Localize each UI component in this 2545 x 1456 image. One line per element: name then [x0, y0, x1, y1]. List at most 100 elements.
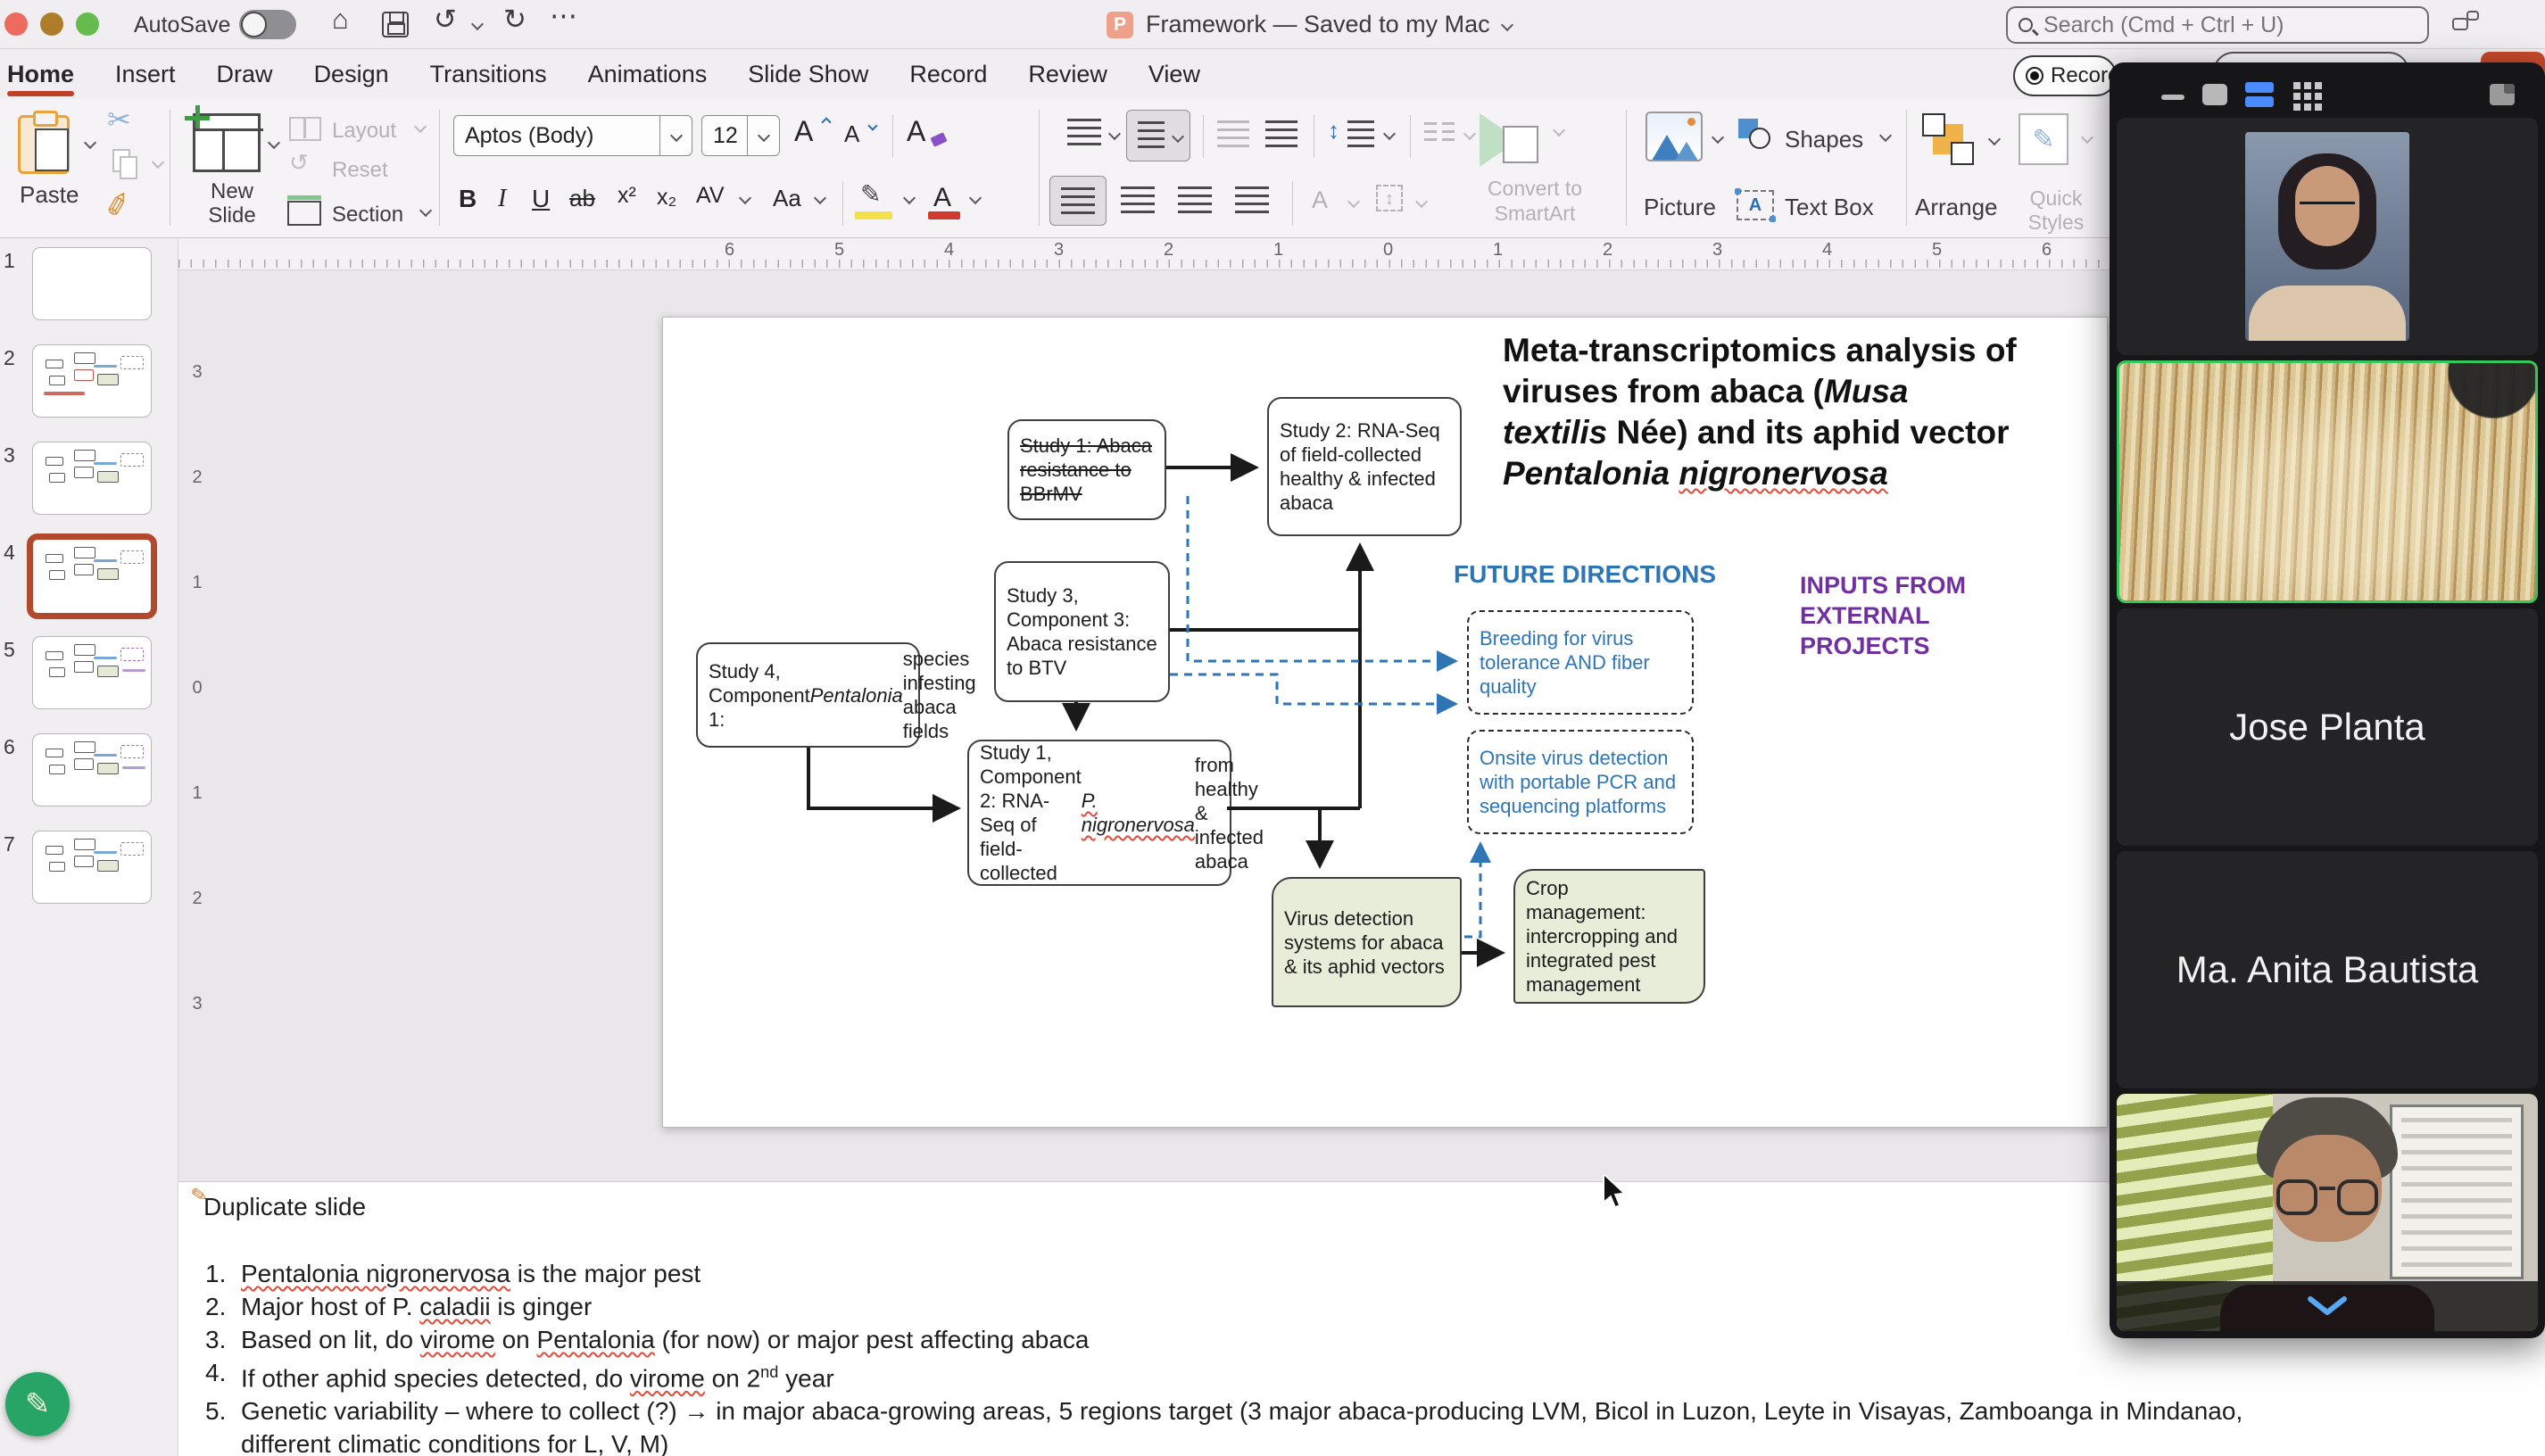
slide-thumbnail[interactable] [32, 733, 152, 807]
minimize-icon[interactable] [2161, 95, 2184, 100]
bullets-icon[interactable] [1067, 119, 1101, 147]
slide-thumbnail-item[interactable]: 7 [0, 829, 178, 926]
shrink-font-button[interactable]: A [844, 120, 859, 148]
ribbon-tab[interactable]: View [1148, 50, 1200, 99]
gallery-view-icon[interactable] [2245, 82, 2274, 107]
change-case-button[interactable]: Aa [773, 185, 801, 212]
section-label[interactable]: Section [332, 203, 403, 228]
shapes-label[interactable]: Shapes [1785, 126, 1863, 153]
line-spacing-arrows-icon[interactable]: ↕ [1328, 117, 1339, 145]
font-size-combo[interactable]: 12 [701, 115, 780, 156]
section-chevron-icon[interactable] [419, 204, 432, 217]
shapes-icon[interactable] [1738, 119, 1778, 154]
document-title-area[interactable]: P Framework — Saved to my Mac [1107, 0, 1512, 49]
popout-icon[interactable] [2490, 84, 2515, 105]
zoom-window-button[interactable] [76, 12, 99, 36]
slide-thumbnail-item[interactable]: 4 [0, 537, 178, 634]
notes-list-item[interactable]: 5. Genetic variability – where to collec… [205, 1394, 2347, 1456]
search-field[interactable] [2006, 6, 2429, 44]
collapse-strip[interactable] [2117, 1281, 2538, 1331]
grid-view-icon[interactable] [2293, 82, 2300, 89]
slide-editing-surface[interactable]: Meta-transcriptomics analysis ofviruses … [662, 317, 2108, 1128]
italic-button[interactable]: I [498, 185, 506, 213]
arrange-chevron-icon[interactable] [1988, 133, 2001, 145]
format-painter-icon[interactable]: ✐ [101, 186, 135, 227]
slide-thumbnail-item[interactable]: 2 [0, 343, 178, 440]
notes-list-item[interactable]: 1. Pentalonia nigronervosa is the major … [205, 1257, 2347, 1290]
arrange-label[interactable]: Arrange [1915, 194, 1998, 221]
redo-icon[interactable]: ↻ [503, 4, 526, 36]
change-case-chevron-icon[interactable] [814, 192, 826, 204]
numbered-list-button[interactable] [1126, 110, 1190, 161]
character-spacing-chevron-icon[interactable] [739, 192, 751, 204]
paste-chevron-icon[interactable] [84, 136, 96, 149]
slide-thumbnail[interactable] [32, 344, 152, 418]
arrange-icon[interactable] [1922, 113, 1979, 167]
strikethrough-button[interactable]: ab [569, 185, 595, 212]
font-name-combo[interactable]: Aptos (Body) [453, 115, 692, 156]
notes-list-item[interactable]: 2. Major host of P. caladii is ginger [205, 1290, 2347, 1323]
font-color-button[interactable]: A [933, 183, 951, 213]
slide-thumbnail-item[interactable]: 1 [0, 245, 178, 343]
ribbon-tab[interactable]: Slide Show [748, 50, 868, 99]
slide-thumbnail-item[interactable]: 3 [0, 440, 178, 537]
slide-thumbnail-item[interactable]: 5 [0, 634, 178, 732]
ribbon-tab[interactable]: Insert [115, 50, 176, 99]
text-box-icon[interactable]: A [1737, 190, 1774, 220]
shapes-chevron-icon[interactable] [1879, 129, 1892, 142]
grow-font-button[interactable]: A [794, 115, 813, 148]
save-icon[interactable] [382, 12, 409, 37]
text-box-label[interactable]: Text Box [1785, 194, 1874, 221]
superscript-button[interactable]: x² [618, 183, 636, 209]
notes-heading[interactable]: Duplicate slide [203, 1193, 366, 1221]
search-input[interactable] [2042, 12, 2417, 39]
ribbon-tab[interactable]: Animations [588, 50, 708, 99]
ribbon-tab[interactable]: Design [314, 50, 389, 99]
new-slide-icon[interactable] [193, 113, 261, 172]
ribbon-tab[interactable]: Draw [217, 50, 273, 99]
autosave-toggle[interactable] [239, 10, 296, 39]
new-slide-chevron-icon[interactable] [268, 136, 280, 149]
slide-thumbnail[interactable] [32, 831, 152, 904]
paste-icon[interactable] [18, 115, 70, 174]
bullets-chevron-icon[interactable] [1108, 128, 1121, 140]
notes-list-item[interactable]: 3. Based on lit, do virome on Pentalonia… [205, 1323, 2347, 1356]
picture-label[interactable]: Picture [1644, 194, 1716, 221]
ribbon-tab[interactable]: Home [7, 50, 74, 99]
justify-button[interactable] [1235, 186, 1269, 215]
align-left-button[interactable] [1049, 176, 1107, 226]
participant-tile[interactable] [2117, 118, 2538, 355]
slide-thumbnail[interactable] [32, 247, 152, 320]
character-spacing-button[interactable]: AV [696, 183, 725, 209]
slide-thumbnail[interactable] [27, 534, 157, 619]
align-center-button[interactable] [1121, 186, 1155, 215]
participant-tile[interactable] [2117, 360, 2538, 603]
undo-chevron-icon[interactable] [471, 18, 484, 30]
close-window-button[interactable] [4, 12, 28, 36]
font-size-chevron-icon[interactable] [747, 116, 779, 155]
minimize-window-button[interactable] [40, 12, 63, 36]
line-spacing-chevron-icon[interactable] [1383, 128, 1396, 140]
paste-label[interactable]: Paste [20, 181, 79, 209]
picture-chevron-icon[interactable] [1712, 131, 1724, 144]
record-button[interactable]: Record [2013, 55, 2117, 96]
new-slide-label[interactable]: New Slide [196, 179, 268, 228]
bold-button[interactable]: B [459, 185, 477, 213]
window-layout-icon[interactable] [2452, 11, 2488, 39]
speaker-view-icon[interactable] [2202, 84, 2227, 105]
undo-icon[interactable]: ↺ [434, 4, 457, 36]
section-icon[interactable] [287, 201, 321, 226]
font-name-chevron-icon[interactable] [659, 116, 692, 155]
slide-thumbnail-item[interactable]: 6 [0, 732, 178, 829]
ribbon-tab[interactable]: Review [1028, 50, 1107, 99]
font-color-chevron-icon[interactable] [969, 192, 982, 204]
participant-tile[interactable]: Ma. Anita Bautista [2117, 851, 2538, 1088]
subscript-button[interactable]: x₂ [657, 185, 676, 211]
ribbon-tab[interactable]: Record [909, 50, 987, 99]
picture-icon[interactable] [1646, 112, 1703, 161]
underline-button[interactable]: U [532, 185, 550, 213]
home-icon[interactable]: ⌂ [332, 4, 349, 36]
increase-indent-icon[interactable] [1265, 120, 1297, 147]
highlighter-icon[interactable]: ✎ [860, 179, 881, 209]
notes-list-item[interactable]: 4. If other aphid species detected, do v… [205, 1356, 2347, 1394]
